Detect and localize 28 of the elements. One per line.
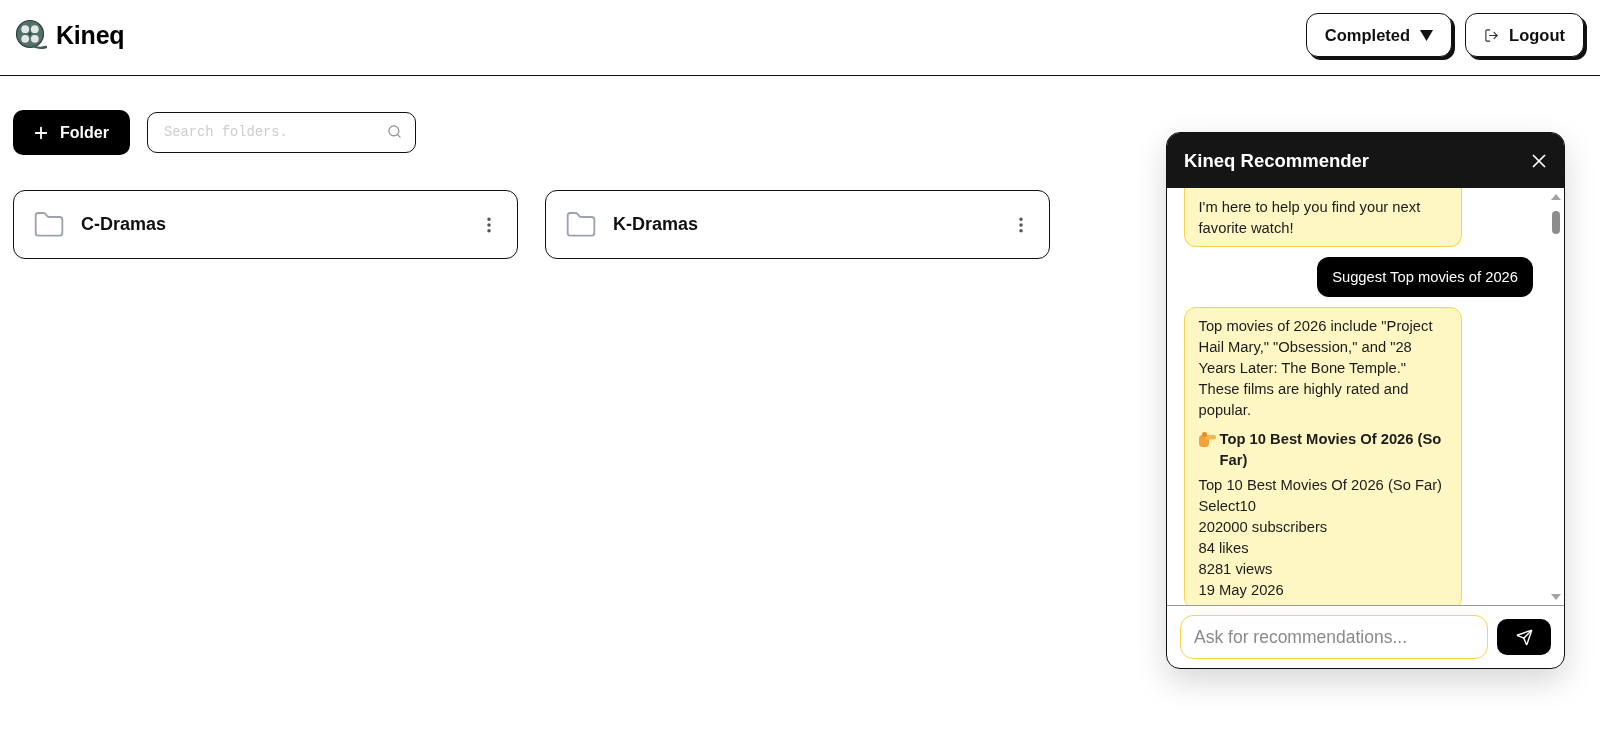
video-info-line: Select10 [1198,497,1256,516]
message-text: I'm here to help you find your next favorite watch! [1198,198,1422,238]
folder-name: C-Dramas [81,214,167,235]
caret-icon [1420,29,1434,41]
video-info-line: 202000 subscribers [1198,518,1328,537]
logout-icon [1484,27,1500,43]
search-icon [386,124,402,139]
folder-card[interactable]: K-Dramas [545,190,1050,259]
video-title: Top 10 Best Movies Of 2026 (So Far) [1219,430,1443,470]
folder-name: K-Dramas [613,214,699,235]
send-icon [1515,628,1533,646]
video-info-line: 84 likes [1198,539,1249,558]
logout-button[interactable]: Logout [1465,13,1584,57]
user-message: Suggest Top movies of 2026 [1317,257,1533,297]
app-logo-text: Kineq [56,20,125,50]
video-info-line: 19 May 2026 [1198,581,1284,600]
add-folder-button[interactable]: Folder [13,110,130,155]
message-input[interactable]: Ask for recommendations... [1180,615,1488,659]
video-info-line: Top 10 Best Movies Of 2026 (So Far) [1198,476,1442,495]
scrollbar-thumb[interactable] [1551,211,1560,234]
pointing-hand-icon [1198,432,1216,447]
film-reel-icon [15,19,47,51]
status-dropdown[interactable]: Completed [1305,13,1453,57]
message-text: Top movies of 2026 include "Project Hail Mary," "Obsession," and "28 Years Later: The Bone Temple." These films are highly rated and popular. [1198,317,1434,420]
chat-title: Kineq Recommender [1184,149,1370,172]
video-info-line: 8281 views [1198,560,1273,579]
folder-card[interactable]: C-Dramas [13,190,518,259]
send-button[interactable] [1497,619,1551,655]
